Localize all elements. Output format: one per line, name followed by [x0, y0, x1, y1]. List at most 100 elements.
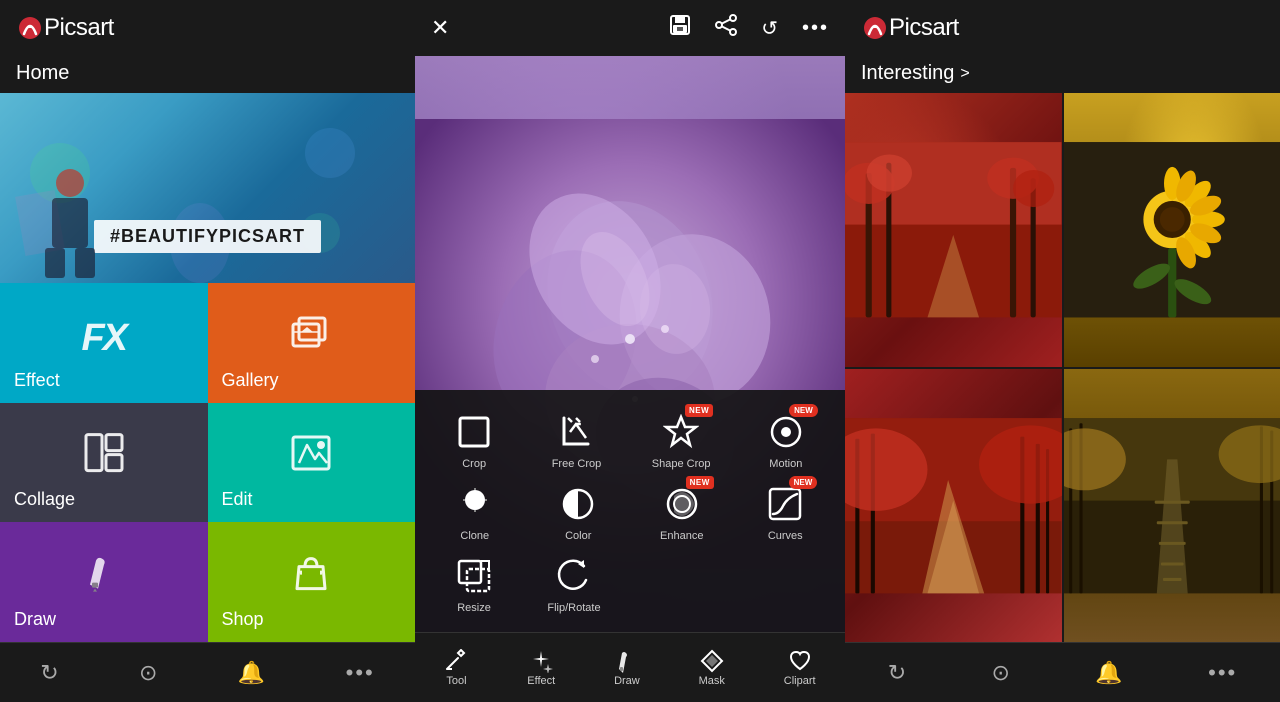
tile-collage-label: Collage: [14, 489, 75, 510]
interesting-section-header[interactable]: Interesting >: [845, 56, 1280, 93]
resize-label: Resize: [457, 602, 491, 614]
resize-icon: [456, 558, 492, 594]
right-header: Picsart: [845, 0, 1280, 56]
left-header: Picsart: [0, 0, 415, 56]
refresh-icon[interactable]: ↻: [32, 652, 66, 694]
effect-sparkle-icon: [529, 649, 553, 673]
curves-new-badge: NEW: [789, 476, 818, 489]
tile-effect[interactable]: FX Effect: [0, 283, 208, 403]
app-title-left: Picsart: [44, 14, 114, 42]
photo-1[interactable]: [845, 93, 1062, 367]
close-icon[interactable]: ✕: [431, 15, 449, 41]
effect-icon: FX: [81, 317, 126, 360]
tool-motion[interactable]: NEW Motion: [751, 406, 821, 474]
clone-label: Clone: [460, 530, 489, 542]
hero-bg: #BEAUTIFYPICSART: [0, 93, 415, 283]
tool-crop[interactable]: Crop: [439, 406, 509, 474]
curves-label: Curves: [768, 530, 803, 542]
enhance-icon-wrap: NEW: [660, 482, 704, 526]
color-icon-wrap: [556, 482, 600, 526]
clipart-heart-icon: [788, 649, 812, 673]
free-crop-icon-wrap: [554, 410, 598, 454]
tile-gallery[interactable]: Gallery: [208, 283, 416, 403]
right-bottom-bar: ↻ ⊙ 🔔 •••: [845, 642, 1280, 702]
tile-draw-label: Draw: [14, 609, 56, 630]
tool-row-1: Crop Free Crop: [423, 406, 837, 474]
tile-collage[interactable]: Collage: [0, 403, 208, 523]
app-title-right: Picsart: [889, 14, 959, 42]
tile-edit[interactable]: Edit: [208, 403, 416, 523]
gallery-icon: [291, 316, 331, 361]
motion-label: Motion: [769, 458, 802, 470]
middle-panel: ✕ ↺ •••: [415, 0, 845, 702]
curves-icon-wrap: NEW: [763, 482, 807, 526]
free-crop-icon: [558, 414, 594, 450]
notification-icon-right[interactable]: 🔔: [1087, 652, 1130, 694]
hero-banner: #BEAUTIFYPICSART: [0, 93, 415, 283]
more-icon-left[interactable]: •••: [338, 652, 383, 694]
bottom-clipart-label: Clipart: [784, 675, 816, 687]
photo-3[interactable]: [845, 369, 1062, 643]
share-icon[interactable]: [715, 14, 737, 42]
tool-overlay-panel: Crop Free Crop: [415, 390, 845, 632]
shape-crop-label: Shape Crop: [652, 458, 711, 470]
tile-shop[interactable]: Shop: [208, 522, 416, 642]
clone-icon-wrap: [453, 482, 497, 526]
tool-curves[interactable]: NEW Curves: [750, 478, 820, 546]
bottom-tool-draw[interactable]: Draw: [606, 645, 648, 691]
bottom-tool-mask[interactable]: Mask: [691, 645, 733, 691]
photo-edit-area: Crop Free Crop: [415, 56, 845, 632]
tool-shape-crop[interactable]: NEW Shape Crop: [644, 406, 719, 474]
tile-draw[interactable]: Draw: [0, 522, 208, 642]
motion-new-badge: NEW: [789, 404, 818, 417]
tool-resize[interactable]: Resize: [439, 550, 509, 618]
tool-clone[interactable]: Clone: [440, 478, 510, 546]
tile-effect-label: Effect: [14, 370, 60, 391]
photo-1-art: [845, 93, 1062, 367]
interesting-title: Interesting: [861, 62, 954, 85]
undo-icon[interactable]: ↺: [761, 16, 778, 41]
search-icon-left[interactable]: ⊙: [131, 652, 165, 694]
save-icon[interactable]: [669, 14, 691, 42]
resize-icon-wrap: [452, 554, 496, 598]
photo-3-inner: [845, 369, 1062, 643]
shape-crop-icon-wrap: NEW: [659, 410, 703, 454]
mask-diamond-icon: [700, 649, 724, 673]
bottom-tool-clipart[interactable]: Clipart: [776, 645, 824, 691]
photo-2-inner: [1064, 93, 1280, 367]
bottom-tool-tool[interactable]: Tool: [436, 645, 476, 691]
photo-4[interactable]: [1064, 369, 1280, 643]
editor-left-icons: ✕: [431, 15, 449, 41]
color-label: Color: [565, 530, 591, 542]
crop-icon: [456, 414, 492, 450]
enhance-new-badge: NEW: [686, 476, 714, 489]
edit-icon: [291, 435, 331, 480]
hero-person-icon: [30, 163, 110, 283]
shape-crop-new-badge: NEW: [685, 404, 713, 417]
more-icon-right[interactable]: •••: [1200, 652, 1245, 694]
left-bottom-bar: ↻ ⊙ 🔔 •••: [0, 642, 415, 702]
search-icon-right[interactable]: ⊙: [984, 652, 1018, 694]
photo-3-art: [845, 369, 1062, 643]
tile-shop-label: Shop: [222, 609, 264, 630]
bottom-tool-effect[interactable]: Effect: [519, 645, 563, 691]
refresh-icon-right[interactable]: ↻: [880, 652, 914, 694]
interesting-photo-grid: [845, 93, 1280, 642]
tile-gallery-label: Gallery: [222, 370, 279, 391]
tool-color[interactable]: Color: [543, 478, 613, 546]
tool-free-crop[interactable]: Free Crop: [541, 406, 611, 474]
more-icon-middle[interactable]: •••: [802, 17, 829, 40]
shape-crop-icon: [663, 414, 699, 450]
tool-flip-rotate[interactable]: Flip/Rotate: [539, 550, 609, 618]
enhance-icon: [664, 486, 700, 522]
picsart-logo-icon-right: [861, 14, 889, 42]
collage-icon: [84, 433, 124, 482]
draw-icon: [84, 553, 124, 602]
bottom-effect-label: Effect: [527, 675, 555, 687]
crop-label: Crop: [462, 458, 486, 470]
home-tile-grid: FX Effect Gallery: [0, 283, 415, 642]
free-crop-label: Free Crop: [552, 458, 602, 470]
photo-2[interactable]: [1064, 93, 1280, 367]
notification-icon-left[interactable]: 🔔: [230, 652, 273, 694]
tool-enhance[interactable]: NEW Enhance: [647, 478, 717, 546]
